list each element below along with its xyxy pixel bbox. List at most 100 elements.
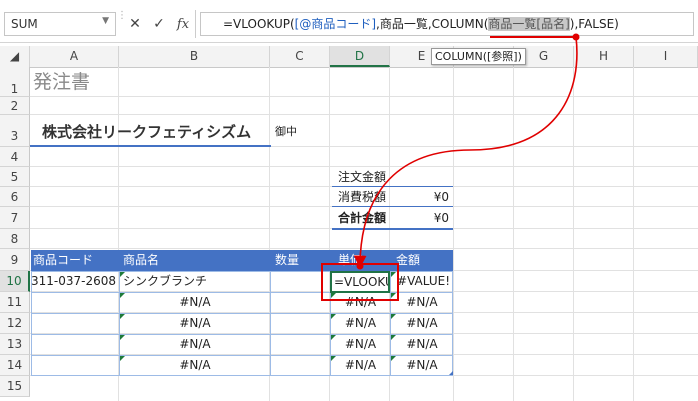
column-header-bar: ◢ A B C D E F G H I — [0, 46, 698, 68]
error-indicator-icon[interactable] — [120, 293, 125, 298]
row-header-10[interactable]: 10 — [0, 271, 30, 292]
cell-e14[interactable]: #N/A — [391, 355, 453, 376]
error-indicator-icon[interactable] — [331, 293, 336, 298]
row-header-3[interactable]: 3 — [0, 115, 30, 147]
name-box[interactable]: SUM ▼ — [4, 12, 116, 36]
tax-value[interactable]: ¥0 — [400, 188, 449, 206]
formula-input[interactable]: =VLOOKUP([@商品コード],商品一覧,COLUMN(商品一覧[品名]),… — [200, 12, 694, 36]
cell-b14[interactable]: #N/A — [120, 355, 270, 376]
cell-d12[interactable]: #N/A — [331, 313, 390, 334]
cell-e10-amount[interactable]: #VALUE! — [391, 271, 453, 292]
table-col-line — [270, 271, 271, 376]
formula-selected-ref: 商品一覧[品名] — [488, 17, 570, 31]
formula-separator — [195, 10, 196, 38]
row-header-7[interactable]: 7 — [0, 207, 30, 229]
gridline — [30, 248, 698, 249]
cell-d11[interactable]: #N/A — [331, 292, 390, 313]
cell-b10-product-name[interactable]: シンクブランチ — [123, 271, 207, 292]
column-header-b[interactable]: B — [119, 46, 270, 67]
row-header-12[interactable]: 12 — [0, 313, 30, 334]
fx-icon: fx — [176, 17, 190, 32]
cell-e11[interactable]: #N/A — [391, 292, 453, 313]
row-header-11[interactable]: 11 — [0, 292, 30, 313]
cell-d13[interactable]: #N/A — [331, 334, 390, 355]
drag-handle-icon[interactable]: ⋮ — [117, 11, 127, 36]
formula-bar-area: SUM ▼ ⋮ ✕ ✓ fx =VLOOKUP([@商品コード],商品一覧,CO… — [0, 0, 698, 43]
row-header-15[interactable]: 15 — [0, 376, 30, 397]
summary-divider — [332, 206, 453, 207]
tax-label[interactable]: 消費税額 — [338, 188, 386, 206]
row-header-6[interactable]: 6 — [0, 187, 30, 207]
insert-function-button[interactable]: fx — [172, 12, 194, 36]
cell-b11[interactable]: #N/A — [120, 292, 270, 313]
error-indicator-icon[interactable] — [120, 314, 125, 319]
summary-divider — [332, 186, 453, 187]
name-box-value: SUM — [11, 17, 38, 31]
table-resize-handle[interactable] — [449, 371, 453, 375]
cell-b13[interactable]: #N/A — [120, 334, 270, 355]
gridline — [30, 166, 698, 167]
formula-text-2: ,商品一覧,COLUMN( — [376, 17, 489, 31]
header-unit-price[interactable]: 単価 — [338, 250, 362, 271]
gridline — [633, 67, 634, 401]
error-indicator-icon[interactable] — [391, 293, 396, 298]
cell-a10-product-code[interactable]: 311-037-2608 — [31, 271, 118, 292]
cell-b12[interactable]: #N/A — [120, 313, 270, 334]
error-indicator-icon[interactable] — [391, 335, 396, 340]
row-header-5[interactable]: 5 — [0, 167, 30, 187]
formula-ref-code: [@商品コード] — [294, 17, 377, 31]
error-indicator-icon[interactable] — [331, 335, 336, 340]
column-header-d[interactable]: D — [330, 46, 390, 67]
row-header-4[interactable]: 4 — [0, 147, 30, 167]
column-header-h[interactable]: H — [574, 46, 634, 67]
cell-e12[interactable]: #N/A — [391, 313, 453, 334]
honorific[interactable]: 御中 — [275, 124, 297, 140]
gridline — [573, 67, 574, 401]
gridline — [453, 67, 454, 401]
column-header-c[interactable]: C — [270, 46, 330, 67]
row-header-14[interactable]: 14 — [0, 355, 30, 376]
error-indicator-icon[interactable] — [120, 356, 125, 361]
table-header-row — [31, 250, 453, 271]
error-indicator-icon[interactable] — [391, 272, 396, 277]
row-header-9[interactable]: 9 — [0, 249, 30, 271]
sheet-title[interactable]: 発注書 — [33, 68, 90, 96]
gridline — [30, 114, 698, 115]
order-amount-label[interactable]: 注文金額 — [338, 168, 386, 186]
header-amount[interactable]: 金額 — [396, 250, 420, 271]
row-header-2[interactable]: 2 — [0, 97, 30, 115]
row-header-13[interactable]: 13 — [0, 334, 30, 355]
enter-button[interactable]: ✓ — [148, 12, 170, 36]
formula-text-1: =VLOOKUP( — [223, 17, 295, 31]
header-quantity[interactable]: 数量 — [275, 250, 299, 271]
check-icon: ✓ — [153, 16, 165, 32]
close-icon: ✕ — [129, 16, 141, 32]
error-indicator-icon[interactable] — [391, 356, 396, 361]
error-indicator-icon[interactable] — [120, 335, 125, 340]
total-label[interactable]: 合計金額 — [338, 208, 386, 228]
header-product-code[interactable]: 商品コード — [33, 250, 93, 271]
gridline — [30, 96, 698, 97]
column-header-i[interactable]: I — [634, 46, 698, 67]
chevron-down-icon[interactable]: ▼ — [102, 16, 109, 26]
column-header-a[interactable]: A — [30, 46, 119, 67]
error-indicator-icon[interactable] — [331, 314, 336, 319]
total-value[interactable]: ¥0 — [400, 208, 449, 228]
cell-d14[interactable]: #N/A — [331, 355, 390, 376]
header-product-name[interactable]: 商品名 — [123, 250, 159, 271]
error-indicator-icon[interactable] — [391, 314, 396, 319]
company-underline — [30, 145, 271, 147]
cell-e13[interactable]: #N/A — [391, 334, 453, 355]
error-indicator-icon[interactable] — [331, 356, 336, 361]
formula-text-3: ),FALSE) — [569, 17, 619, 31]
row-header-1[interactable]: 1 — [0, 67, 30, 97]
summary-divider — [332, 228, 453, 230]
select-all-corner[interactable]: ◢ — [0, 46, 30, 67]
active-cell-d10[interactable]: =VLOOKU — [330, 271, 390, 293]
error-indicator-icon[interactable] — [120, 272, 125, 277]
function-tooltip: COLUMN([参照]) — [431, 48, 526, 65]
row-header-8[interactable]: 8 — [0, 229, 30, 249]
cancel-button[interactable]: ✕ — [124, 12, 146, 36]
gridline — [513, 67, 514, 401]
company-name[interactable]: 株式会社リークフェティシズム — [42, 120, 251, 144]
